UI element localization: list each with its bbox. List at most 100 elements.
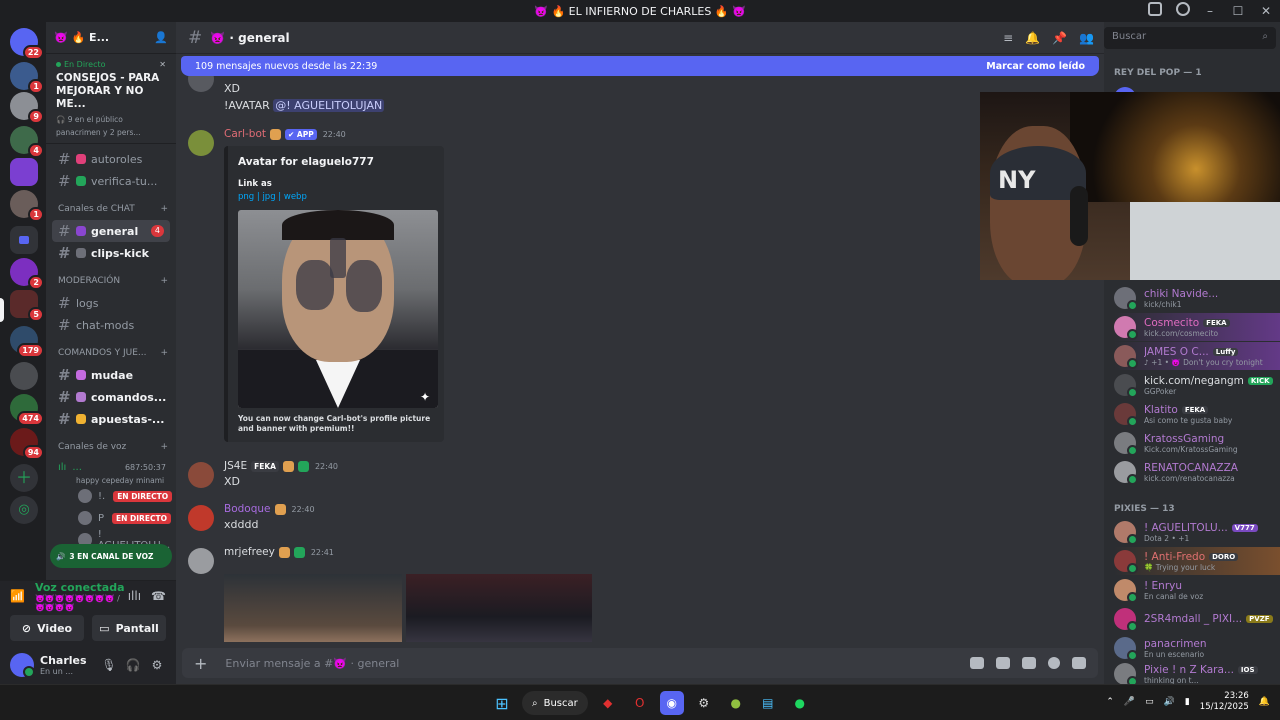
help-icon[interactable] [1176,2,1190,16]
add-attachment-icon[interactable]: + [194,654,207,673]
spotify-icon[interactable]: ● [788,691,812,715]
sticker-icon[interactable] [1022,657,1036,669]
notifications-icon[interactable]: 🔔 [1259,697,1270,707]
battery-icon[interactable]: ▮ [1185,697,1190,707]
username[interactable]: Carl-bot [224,128,266,140]
channel-chat-mods[interactable]: # chat-mods [46,314,176,336]
threads-icon[interactable]: ≡ [1003,31,1013,45]
folder-icon[interactable] [10,226,38,254]
member-item[interactable]: panacrimen En un escenario [1114,634,1280,662]
guild-header[interactable]: 👿 🔥 E... 👤 [46,22,176,54]
add-channel-icon[interactable]: + [160,348,168,358]
channel-general[interactable]: # general 4 [52,220,170,242]
opera-icon[interactable]: O [628,691,652,715]
embed-links[interactable]: png | jpg | webp [238,192,307,202]
add-channel-icon[interactable]: + [160,276,168,286]
member-item[interactable]: kick.com/negangm KICK GGPoker [1114,371,1280,399]
app-icon[interactable]: ● [724,691,748,715]
member-item[interactable]: chiki Navide... kick/chik1 [1114,284,1280,312]
voice-count-banner[interactable]: 🔊 3 EN CANAL DE VOZ [50,544,172,568]
server-icon[interactable]: 179 [10,326,44,358]
avatar[interactable] [188,462,214,488]
voice-user[interactable]: P EN DIRECTO [46,507,176,529]
server-icon[interactable] [10,158,38,186]
add-channel-icon[interactable]: + [160,442,168,452]
server-icon[interactable]: 94 [10,428,44,460]
username[interactable]: JS4E [224,460,247,472]
add-server-icon[interactable]: ＋ [10,464,38,492]
gif-icon[interactable] [996,657,1010,669]
add-channel-icon[interactable]: + [160,204,168,214]
username[interactable]: Bodoque [224,503,271,515]
server-icon[interactable]: 474 [10,394,44,426]
app-icon[interactable]: ◆ [596,691,620,715]
sparkle-icon[interactable]: ✦ [420,390,430,404]
channel-apuestas[interactable]: # apuestas-... [46,408,176,430]
avatar-image[interactable]: ✦ [238,210,438,408]
channel-clips-kick[interactable]: # clips-kick [46,242,176,264]
member-item[interactable]: 2SR4mdall _ PIXI... PVZF [1114,605,1280,633]
search-input[interactable]: Buscar ⌕ [1104,27,1276,49]
taskbar-search[interactable]: ⌕ Buscar [522,691,588,715]
close-button[interactable]: ✕ [1252,0,1280,22]
channel-logs[interactable]: # logs [46,292,176,314]
emoji-icon[interactable] [1048,657,1060,669]
server-icon-active[interactable]: 5 [10,290,44,322]
headphones-icon[interactable]: 🎧 [124,658,142,672]
minimize-button[interactable]: – [1196,0,1224,22]
member-item[interactable]: Klatito FEKA Asi como te gusta baby [1114,400,1280,428]
disconnect-icon[interactable]: ☎ [151,589,166,603]
username[interactable]: mrjefreey [224,546,275,558]
composer-placeholder[interactable]: Enviar mensaje a #👿 · general [225,657,970,670]
category-commands[interactable]: COMANDOS Y JUE... + [46,342,176,364]
microphone-icon[interactable]: 🎙 [100,658,118,672]
bell-icon[interactable]: 🔔 [1025,31,1040,45]
maximize-button[interactable]: ☐ [1224,0,1252,22]
member-item[interactable]: ! AGUELITOLU... V777 Dota 2 • +1 [1114,518,1280,546]
user-mention[interactable]: @! AGUELITOLUJAN [273,99,385,112]
message-composer[interactable]: + Enviar mensaje a #👿 · general [182,648,1098,678]
noise-suppression-icon[interactable]: ıllı [128,589,141,603]
gear-icon[interactable]: ⚙ [148,658,166,672]
channel-comandos[interactable]: # comandos... [46,386,176,408]
voice-channel[interactable]: ılı... 687:50:37 [46,458,176,476]
avatar[interactable] [10,653,35,678]
channel-verifica[interactable]: # verifica-tu... [46,170,176,192]
gift-icon[interactable] [970,657,984,669]
steam-icon[interactable]: ⚙ [692,691,716,715]
chevron-up-icon[interactable]: ⌃ [1106,697,1114,707]
avatar[interactable] [188,76,214,92]
attachment-image[interactable] [224,574,402,642]
avatar[interactable] [188,548,214,574]
member-item[interactable]: JAMES O C... Luffy ♪ +1 • 👿 Don't you cry … [1114,342,1280,370]
voice-status[interactable]: Voz conectada [35,581,128,594]
turtle-avatar[interactable] [188,130,214,156]
microphone-icon[interactable]: 🎤 [1124,697,1135,707]
members-icon[interactable]: 👥 [1079,31,1094,45]
stage-live-card[interactable]: En Directo ✕ CONSEJOS - PARA MEJORAR Y NO… [46,54,176,144]
server-icon[interactable] [10,362,38,390]
network-icon[interactable]: ▭ [1145,697,1154,707]
pin-icon[interactable]: 📌 [1052,31,1067,45]
channel-mudae[interactable]: # mudae [46,364,176,386]
video-button[interactable]: ⊘ Video [10,615,84,641]
discord-home-icon[interactable]: 22 [10,28,44,60]
discover-icon[interactable]: ◎ [10,496,38,524]
discord-icon[interactable]: ◉ [659,691,684,715]
apps-icon[interactable] [1072,657,1086,669]
channel-autoroles[interactable]: # autoroles [46,148,176,170]
category-voice[interactable]: Canales de voz + [46,436,176,458]
screen-share-button[interactable]: ▭ Pantall [92,615,166,641]
member-item[interactable]: ! Enryu En canal de voz [1114,576,1280,604]
server-icon[interactable]: 1 [10,62,44,94]
category-moderation[interactable]: MODERACIÓN + [46,270,176,292]
avatar[interactable] [188,505,214,531]
voice-user[interactable]: !. EN DIRECTO [46,485,176,507]
add-member-icon[interactable]: 👤 [154,31,168,44]
member-item[interactable]: ! Anti-Fredo DORO 🍀 Trying your luck [1114,547,1280,575]
member-item[interactable]: Cosmecito FEKA kick.com/cosmecito [1114,313,1280,341]
volume-icon[interactable]: 🔊 [1164,697,1175,707]
mark-read-button[interactable]: Marcar como leído [986,61,1085,72]
category-chat[interactable]: Canales de CHAT + [46,198,176,220]
server-icon[interactable]: 4 [10,126,44,158]
